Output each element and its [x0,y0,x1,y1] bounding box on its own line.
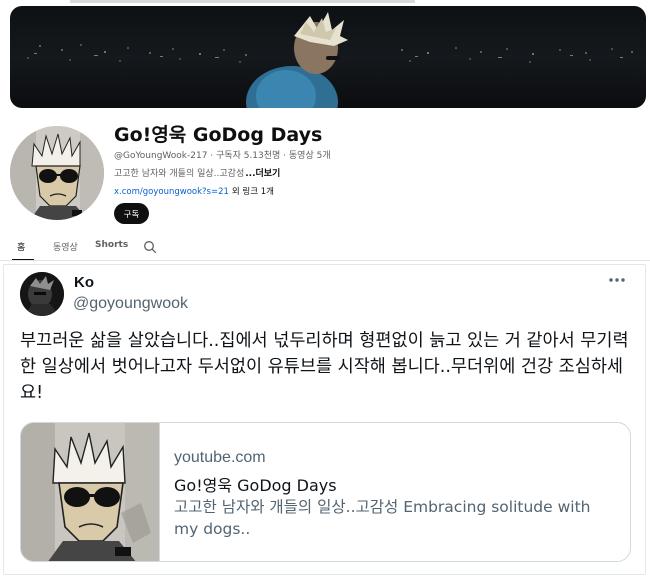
tab-videos[interactable]: 동영상 [53,240,78,253]
more-links-label[interactable]: 외 링크 1개 [232,187,274,197]
tweet-card: Ko @goyoungwook 부끄러운 삶을 살았습니다..집에서 넋두리하며… [3,264,646,575]
link-preview-domain: youtube.com [174,449,266,466]
author-photo-image [20,272,64,316]
link-preview-title: Go!영욱 GoDog Days [174,476,337,495]
link-preview-description: 고고한 남자와 개들의 일상..고감성 Embracing solitude w… [174,498,591,538]
channel-description-text: 고고한 남자와 개들의 일상..고감성 [114,169,245,179]
tweet-author-handle[interactable]: @goyoungwook [73,295,188,313]
link-preview-card[interactable]: youtube.com Go!영욱 GoDog Days 고고한 남자와 개들의… [20,422,631,562]
tab-shorts[interactable]: Shorts [95,240,128,250]
link-preview-thumbnail [21,423,160,561]
top-divider [70,0,415,3]
channel-link-url[interactable]: x.com/goyoungwook?s=21 [114,187,229,197]
subscribe-button[interactable]: 구독 [114,203,149,224]
tabs-divider [0,260,650,261]
tweet-text: 부끄러운 삶을 살았습니다..집에서 넋두리하며 형편없이 늙고 있는 거 같아… [20,331,629,403]
channel-banner [10,6,646,108]
cartoon-face-image [21,423,159,561]
channel-avatar[interactable] [10,126,104,220]
channel-links: x.com/goyoungwook?s=21 외 링크 1개 [114,185,274,197]
tweet-author-avatar[interactable] [20,272,64,316]
banner-image [27,12,633,108]
more-horizontal-icon[interactable] [605,270,629,290]
more-link[interactable]: ...더보기 [245,169,280,179]
channel-description[interactable]: 고고한 남자와 개들의 일상..고감성...더보기 [114,166,280,179]
channel-title: Go!영욱 GoDog Days [114,124,323,146]
channel-meta: @GoYoungWook-217 · 구독자 5.13천명 · 동영상 5개 [114,151,331,161]
cartoon-face-image [10,126,104,220]
channel-header: Go!영욱 GoDog Days @GoYoungWook-217 · 구독자 … [0,0,650,262]
tweet-author-name[interactable]: Ko [74,274,94,291]
search-icon[interactable] [143,240,157,254]
tab-home[interactable]: 홈 [17,240,25,253]
